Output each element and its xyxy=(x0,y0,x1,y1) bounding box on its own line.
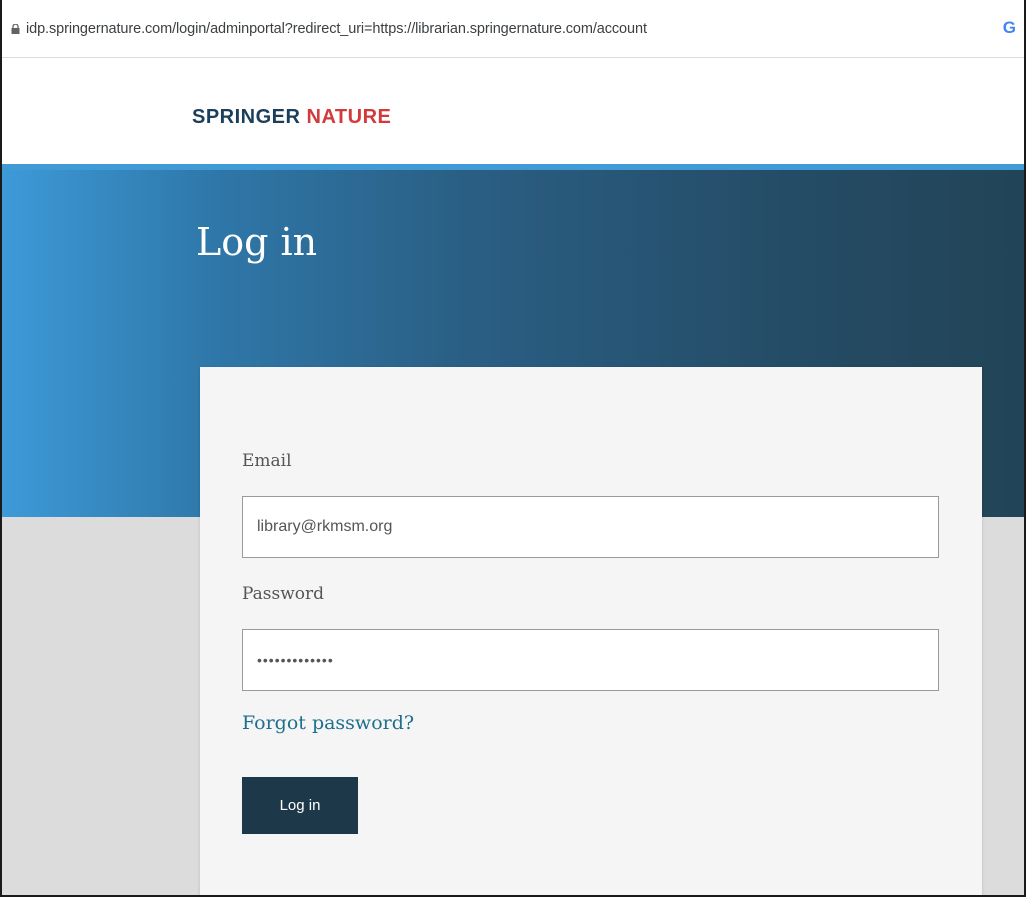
google-icon[interactable]: G xyxy=(1003,18,1016,38)
forgot-password-link[interactable]: Forgot password? xyxy=(242,712,414,734)
url-text[interactable]: idp.springernature.com/login/adminportal… xyxy=(26,21,647,37)
site-header: SPRINGER NATURE xyxy=(2,58,1024,164)
page-title: Log in xyxy=(196,220,318,264)
springer-nature-logo[interactable]: SPRINGER NATURE xyxy=(192,106,391,129)
login-button[interactable]: Log in xyxy=(242,777,358,834)
lock-icon xyxy=(11,24,20,34)
logo-text-nature: NATURE xyxy=(306,106,392,128)
email-label: Email xyxy=(242,451,292,471)
address-bar[interactable]: idp.springernature.com/login/adminportal… xyxy=(2,0,1024,58)
logo-text-springer: SPRINGER xyxy=(192,106,301,128)
browser-window: idp.springernature.com/login/adminportal… xyxy=(0,0,1026,897)
login-card: Email Password Forgot password? Log in xyxy=(200,367,982,895)
email-field[interactable] xyxy=(242,496,939,558)
password-field[interactable] xyxy=(242,629,939,691)
password-label: Password xyxy=(242,584,325,604)
